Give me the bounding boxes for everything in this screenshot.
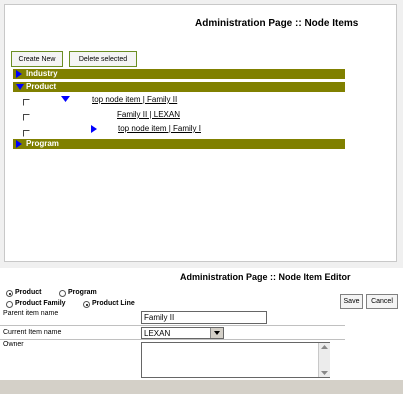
- radio-product-family[interactable]: [6, 301, 13, 308]
- node-item-link[interactable]: top node item | Family I: [118, 124, 201, 133]
- item-checkbox[interactable]: [23, 130, 30, 137]
- delete-selected-button[interactable]: Delete selected: [69, 51, 137, 67]
- page-title: Administration Page :: Node Items: [195, 18, 359, 29]
- expand-arrow-icon[interactable]: [16, 70, 22, 78]
- current-item-value: LEXAN: [144, 329, 171, 338]
- owner-scrollbar[interactable]: [318, 343, 330, 377]
- row-divider: [0, 325, 345, 326]
- current-item-label: Current Item name: [3, 329, 62, 336]
- group-label-product: Product: [26, 82, 57, 91]
- owner-textarea[interactable]: [141, 342, 330, 378]
- collapse-arrow-icon[interactable]: [61, 96, 70, 102]
- group-bar-product[interactable]: Product: [13, 82, 345, 92]
- collapse-arrow-icon[interactable]: [16, 84, 24, 90]
- save-button[interactable]: Save: [340, 294, 363, 309]
- radio-product-family-label: Product Family: [15, 300, 66, 307]
- row-divider: [0, 339, 345, 340]
- scroll-down-icon[interactable]: [321, 371, 328, 375]
- radio-product-line-label: Product Line: [92, 300, 135, 307]
- expand-arrow-icon[interactable]: [91, 125, 97, 133]
- parent-item-label: Parent item name: [3, 310, 59, 317]
- node-item-editor-panel: Administration Page :: Node Item Editor …: [0, 268, 403, 380]
- chevron-down-icon[interactable]: [210, 328, 223, 338]
- group-label-program: Program: [26, 139, 59, 148]
- current-item-select[interactable]: LEXAN: [141, 327, 224, 339]
- node-item-link[interactable]: top node item | Family II: [92, 95, 177, 104]
- expand-arrow-icon[interactable]: [16, 140, 22, 148]
- editor-title: Administration Page :: Node Item Editor: [180, 272, 351, 282]
- group-label-industry: Industry: [26, 69, 58, 78]
- node-items-panel: Administration Page :: Node Items Create…: [4, 4, 397, 262]
- create-new-button[interactable]: Create New: [11, 51, 63, 67]
- cancel-button[interactable]: Cancel: [366, 294, 398, 309]
- radio-product-line[interactable]: [83, 301, 90, 308]
- group-bar-program[interactable]: Program: [13, 139, 345, 149]
- radio-program-label: Program: [68, 289, 97, 296]
- radio-product-label: Product: [15, 289, 42, 296]
- item-checkbox[interactable]: [23, 99, 30, 106]
- group-bar-industry[interactable]: Industry: [13, 69, 345, 79]
- radio-program[interactable]: [59, 290, 66, 297]
- node-item-link[interactable]: Family II | LEXAN: [117, 110, 180, 119]
- item-checkbox[interactable]: [23, 114, 30, 121]
- scroll-up-icon[interactable]: [321, 345, 328, 349]
- radio-product[interactable]: [6, 290, 13, 297]
- status-bar: [0, 380, 403, 394]
- parent-item-input[interactable]: Family II: [141, 311, 267, 324]
- owner-label: Owner: [3, 341, 24, 348]
